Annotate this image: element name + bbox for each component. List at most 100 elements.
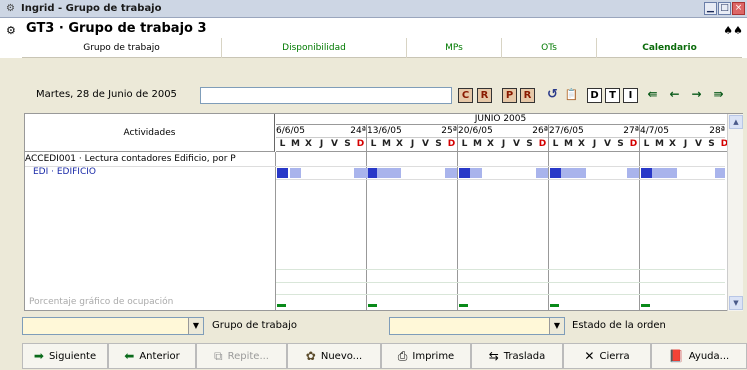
tab-mps[interactable]: MPs xyxy=(407,38,502,58)
week-date: 20/6/05 xyxy=(458,126,493,136)
paste-button[interactable]: P xyxy=(502,88,517,103)
copy-button[interactable]: C xyxy=(458,88,473,103)
prev-icon[interactable]: ← xyxy=(667,88,682,103)
move-button[interactable]: ⇆ Traslada xyxy=(471,343,563,369)
tab-grupo-de-trabajo[interactable]: Grupo de trabajo xyxy=(22,38,222,58)
new-button[interactable]: ✿ Nuevo... xyxy=(287,343,381,369)
activity-row[interactable]: EDI · EDIFICIO xyxy=(33,166,96,179)
repeat-icon: ⧉ xyxy=(214,348,223,363)
close-window-button[interactable]: × xyxy=(732,2,745,15)
tab-calendario[interactable]: Calendario xyxy=(597,38,742,58)
schedule-cell[interactable] xyxy=(290,168,301,178)
day-label: V xyxy=(513,139,520,149)
search-input[interactable] xyxy=(200,87,452,104)
window-title: Ingrid - Grupo de trabajo xyxy=(21,3,162,14)
schedule-cell-active[interactable] xyxy=(550,168,561,178)
week-number: 28ª xyxy=(709,126,725,136)
schedule-cell[interactable] xyxy=(715,168,725,178)
week-header: 6/6/05 24ª xyxy=(276,125,366,138)
day-label: M xyxy=(382,139,391,149)
schedule-cell-active[interactable] xyxy=(368,168,377,178)
last-page-icon[interactable]: ⇛ xyxy=(711,88,726,103)
schedule-cell[interactable] xyxy=(561,168,586,178)
group-label: Grupo de trabajo xyxy=(212,320,298,331)
day-label: S xyxy=(708,139,715,149)
current-date: Martes, 28 de Junio de 2005 xyxy=(36,89,177,100)
day-label: J xyxy=(410,139,415,149)
occupancy-label: Porcentaje gráfico de ocupación xyxy=(29,297,174,307)
chevron-down-icon[interactable]: ▼ xyxy=(188,318,203,334)
repeat-button[interactable]: ⧉ Repite... xyxy=(196,343,287,369)
day-label: X xyxy=(305,139,312,149)
info-view-button[interactable]: I xyxy=(623,88,638,103)
close-button-label: Cierra xyxy=(599,350,630,362)
status-select[interactable]: ▼ xyxy=(389,317,565,335)
day-label: X xyxy=(396,139,403,149)
schedule-cell-active[interactable] xyxy=(277,168,288,178)
chevron-down-icon[interactable]: ▼ xyxy=(549,318,564,334)
toggle-view-button[interactable]: T xyxy=(605,88,620,103)
replace-button[interactable]: R xyxy=(520,88,535,103)
tab-ots[interactable]: OTs xyxy=(502,38,597,58)
button-bar: ➡ Siguiente ⬅ Anterior ⧉ Repite... ✿ Nuevo..… xyxy=(22,343,747,369)
week-number: 25ª xyxy=(441,126,457,136)
day-label: L xyxy=(643,139,650,149)
day-label: J xyxy=(501,139,506,149)
row-divider xyxy=(276,179,725,180)
occupancy-gridline xyxy=(276,294,725,295)
previous-button[interactable]: ⬅ Anterior xyxy=(108,343,196,369)
group-icon: ⚙ xyxy=(6,24,16,37)
occupancy-mark xyxy=(277,304,286,307)
schedule-cell[interactable] xyxy=(652,168,677,178)
clipboard-icon[interactable]: 📋 xyxy=(564,88,579,103)
day-label: V xyxy=(695,139,702,149)
week-date: 13/6/05 xyxy=(367,126,402,136)
schedule-cell[interactable] xyxy=(377,168,401,178)
week-date: 27/6/05 xyxy=(549,126,584,136)
schedule-cell[interactable] xyxy=(627,168,639,178)
vertical-scrollbar[interactable]: ▲ ▼ xyxy=(727,114,743,311)
binoculars-icon[interactable]: ♠♠ xyxy=(723,24,743,37)
day-label: J xyxy=(683,139,688,149)
schedule-cell-active[interactable] xyxy=(641,168,652,178)
first-page-icon[interactable]: ⇚ xyxy=(645,88,660,103)
schedule-cell[interactable] xyxy=(445,168,457,178)
row-divider xyxy=(25,166,725,167)
print-button[interactable]: ⎙ Imprime xyxy=(381,343,471,369)
refresh-icon[interactable]: ↺ xyxy=(545,88,560,103)
help-button[interactable]: 📕 Ayuda... xyxy=(651,343,747,369)
group-icon: ⚙ xyxy=(6,3,15,14)
next-icon[interactable]: → xyxy=(689,88,704,103)
schedule-cell[interactable] xyxy=(470,168,482,178)
schedule-cell[interactable] xyxy=(536,168,548,178)
week-number: 24ª xyxy=(350,126,366,136)
week-number: 27ª xyxy=(623,126,639,136)
group-select[interactable]: ▼ xyxy=(22,317,204,335)
next-button[interactable]: ➡ Siguiente xyxy=(22,343,108,369)
day-label: L xyxy=(279,139,286,149)
remove-button[interactable]: R xyxy=(477,88,492,103)
close-button[interactable]: ✕ Cierra xyxy=(563,343,651,369)
schedule-cell-active[interactable] xyxy=(459,168,470,178)
scroll-down-icon[interactable]: ▼ xyxy=(729,296,743,310)
day-label: X xyxy=(487,139,494,149)
help-icon: 📕 xyxy=(668,349,684,363)
title-bar: ⚙ Ingrid - Grupo de trabajo ▁ □ × xyxy=(0,0,747,18)
day-label: M xyxy=(655,139,664,149)
maximize-button[interactable]: □ xyxy=(718,2,731,15)
tab-bar: Grupo de trabajo Disponibilidad MPs OTs … xyxy=(22,38,742,58)
day-label: V xyxy=(422,139,429,149)
activity-row[interactable]: ACCEDI001 · Lectura contadores Edificio,… xyxy=(25,153,275,166)
arrow-right-icon: ➡ xyxy=(33,349,44,363)
scroll-up-icon[interactable]: ▲ xyxy=(729,115,743,129)
week-date: 4/7/05 xyxy=(640,126,669,136)
week-header: 4/7/05 28ª xyxy=(640,125,725,138)
print-icon: ⎙ xyxy=(397,348,408,363)
tab-disponibilidad[interactable]: Disponibilidad xyxy=(222,38,407,58)
week-number: 26ª xyxy=(532,126,548,136)
previous-button-label: Anterior xyxy=(139,350,180,362)
status-label: Estado de la orden xyxy=(572,320,666,331)
minimize-button[interactable]: ▁ xyxy=(704,2,717,15)
day-label: M xyxy=(564,139,573,149)
day-view-button[interactable]: D xyxy=(587,88,602,103)
